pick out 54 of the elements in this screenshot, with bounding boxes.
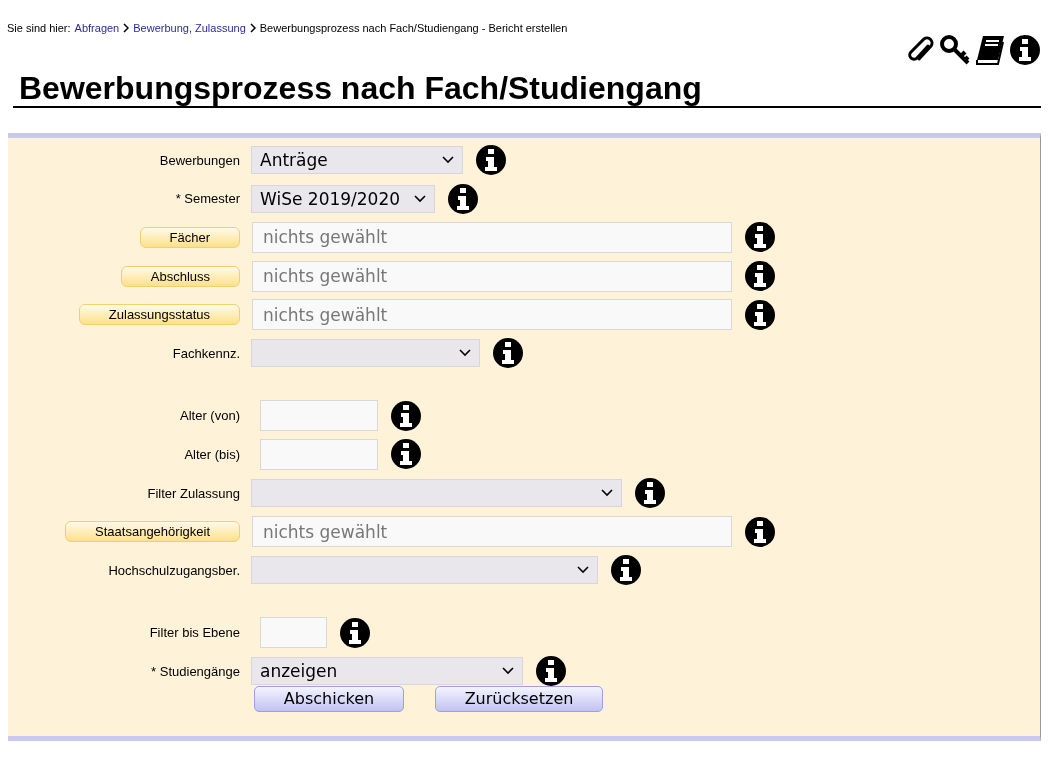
dropdown[interactable]: anzeigen [251, 657, 523, 686]
field-label: Fachkennz. [172, 345, 240, 361]
dropdown[interactable]: Anträge [251, 146, 463, 175]
info-icon[interactable] [447, 182, 479, 215]
info-icon[interactable] [744, 298, 776, 331]
info-icon[interactable] [1009, 34, 1041, 66]
breadcrumb-label: Sie sind hier: [7, 22, 71, 34]
info-icon[interactable] [390, 438, 422, 471]
selection-field[interactable]: nichts gewählt [252, 260, 732, 292]
field-label: Hochschulzugangsber. [108, 562, 240, 578]
info-icon[interactable] [475, 144, 507, 177]
key-icon[interactable] [939, 34, 971, 66]
selection-field[interactable]: nichts gewählt [252, 299, 732, 331]
field-label: Alter (von) [180, 408, 240, 424]
breadcrumb-current: Bewerbungsprozess nach Fach/Studiengang - Bericht erstellen [259, 22, 568, 34]
caret-icon [442, 156, 454, 165]
info-icon[interactable] [390, 399, 422, 432]
caret-icon [459, 349, 471, 358]
form-button[interactable]: Abschicken [254, 685, 404, 712]
picker-button[interactable]: Fächer [139, 227, 240, 248]
info-icon[interactable] [744, 260, 776, 293]
info-icon[interactable] [492, 337, 524, 370]
picker-button[interactable]: Staatsangehörigkeit [65, 521, 240, 543]
dropdown[interactable]: WiSe 2019/2020 [251, 184, 435, 213]
field-label: Bewerbungen [159, 152, 240, 168]
info-icon[interactable] [339, 616, 371, 649]
book-icon[interactable] [974, 34, 1006, 66]
field-label: * Studiengänge [151, 663, 240, 679]
field-label: Alter (bis) [184, 446, 240, 462]
input-field[interactable] [260, 400, 378, 432]
field-label: Filter Zulassung [147, 485, 240, 501]
input-field[interactable] [260, 617, 327, 649]
selection-field[interactable]: nichts gewählt [252, 516, 732, 548]
form-button[interactable]: Zurücksetzen [435, 685, 603, 712]
breadcrumb-link[interactable]: Abfragen [74, 22, 120, 34]
chevron-icon [249, 23, 256, 33]
info-icon[interactable] [634, 477, 666, 510]
caret-icon [414, 194, 426, 203]
caret-icon [601, 489, 613, 498]
field-label: Filter bis Ebene [149, 625, 240, 641]
chevron-icon [123, 23, 130, 33]
picker-button[interactable]: Abschluss [120, 265, 240, 287]
info-icon[interactable] [744, 515, 776, 548]
info-icon[interactable] [535, 655, 567, 688]
input-field[interactable] [260, 438, 378, 470]
caret-icon [502, 667, 514, 676]
info-icon[interactable] [610, 554, 642, 587]
picker-button[interactable]: Zulassungsstatus [78, 304, 240, 326]
breadcrumb-link[interactable]: Bewerbung, Zulassung [133, 22, 246, 34]
selection-field[interactable]: nichts gewählt [252, 222, 732, 253]
page-title: Bewerbungsprozess nach Fach/Studiengang [13, 70, 1041, 108]
field-label: * Semester [175, 191, 240, 207]
caret-icon [577, 566, 589, 575]
info-icon[interactable] [744, 221, 776, 254]
